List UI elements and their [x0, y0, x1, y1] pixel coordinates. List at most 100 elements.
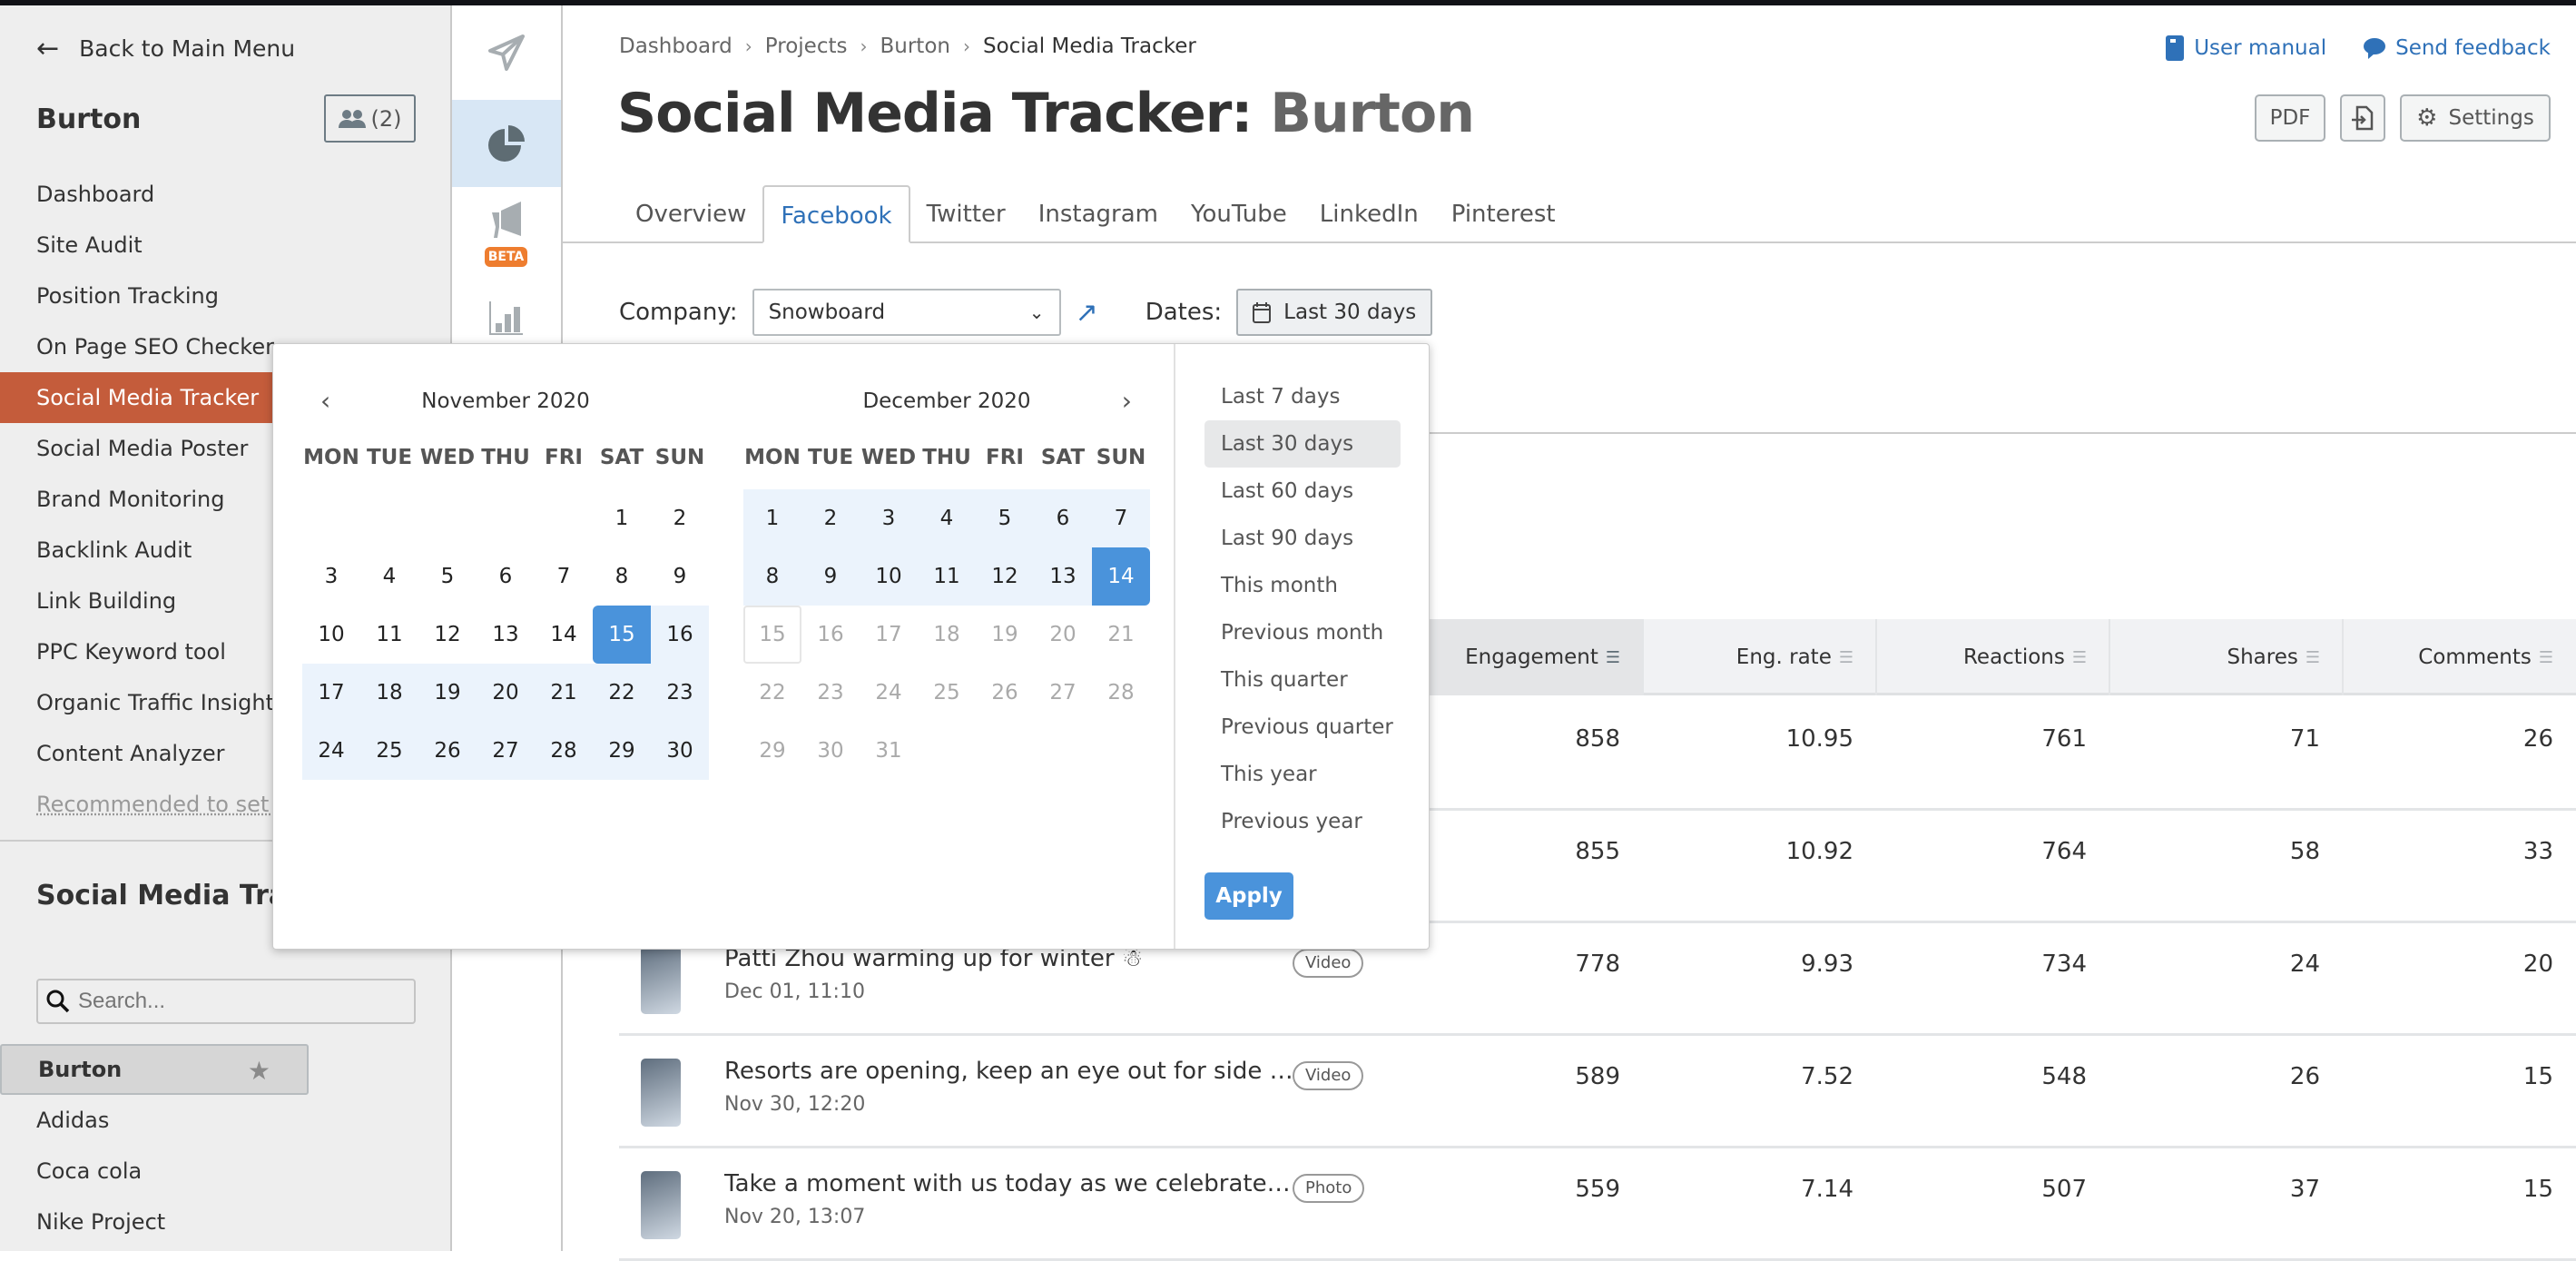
day-cell[interactable]: 15	[593, 606, 651, 664]
day-cell[interactable]: 12	[418, 606, 477, 664]
day-cell[interactable]: 1	[593, 489, 651, 547]
preset-this-year[interactable]: This year	[1204, 751, 1401, 798]
column-header-eng-rate[interactable]: Eng. rate ☰	[1642, 619, 1875, 695]
day-cell[interactable]: 8	[593, 547, 651, 606]
day-cell[interactable]: 20	[477, 664, 535, 722]
day-cell[interactable]: 9	[801, 547, 860, 606]
preset-last-60-days[interactable]: Last 60 days	[1204, 468, 1401, 515]
sort-icon[interactable]: ☰	[2072, 648, 2087, 667]
user-manual-link[interactable]: User manual	[2165, 34, 2326, 62]
day-cell[interactable]: 12	[976, 547, 1034, 606]
tab-facebook[interactable]: Facebook	[762, 185, 910, 243]
tab-youtube[interactable]: YouTube	[1175, 185, 1303, 243]
day-cell[interactable]: 14	[1092, 547, 1150, 606]
rail-reports[interactable]	[452, 294, 561, 341]
day-cell[interactable]: 7	[535, 547, 593, 606]
company-select[interactable]: Snowboard ⌄	[752, 289, 1061, 336]
back-to-main-menu[interactable]: ← Back to Main Menu	[36, 33, 295, 64]
day-cell[interactable]: 21	[535, 664, 593, 722]
day-cell[interactable]: 18	[360, 664, 418, 722]
column-header-reactions[interactable]: Reactions ☰	[1875, 619, 2109, 695]
tab-linkedin[interactable]: LinkedIn	[1303, 185, 1435, 243]
day-cell[interactable]: 1	[743, 489, 801, 547]
sort-icon[interactable]: ☰	[2306, 648, 2320, 667]
star-icon[interactable]: ★	[248, 1046, 270, 1097]
day-cell[interactable]: 11	[918, 547, 976, 606]
preset-this-quarter[interactable]: This quarter	[1204, 656, 1401, 704]
day-cell[interactable]: 30	[651, 722, 709, 780]
campaign-search[interactable]	[36, 979, 416, 1024]
preset-previous-quarter[interactable]: Previous quarter	[1204, 704, 1401, 751]
day-cell[interactable]: 4	[918, 489, 976, 547]
tab-instagram[interactable]: Instagram	[1022, 185, 1175, 243]
day-cell[interactable]: 27	[477, 722, 535, 780]
sort-icon[interactable]: ☰	[2539, 648, 2553, 667]
day-cell[interactable]: 10	[302, 606, 360, 664]
day-cell[interactable]: 7	[1092, 489, 1150, 547]
external-link-icon[interactable]: ↗	[1076, 297, 1098, 329]
column-header-engagement[interactable]: Engagement ☰	[1409, 619, 1642, 695]
preset-last-7-days[interactable]: Last 7 days	[1204, 373, 1401, 420]
project-users-button[interactable]: (2)	[324, 94, 416, 143]
sidebar-item-position-tracking[interactable]: Position Tracking	[0, 271, 450, 321]
campaign-item[interactable]: Adidas	[0, 1095, 450, 1146]
campaign-item[interactable]: Burton ★	[0, 1044, 309, 1095]
post-title[interactable]: Take a moment with us today as we celebr…	[724, 1170, 1291, 1197]
campaign-item[interactable]: Coca cola	[0, 1146, 450, 1197]
post-thumbnail[interactable]	[641, 946, 681, 1014]
day-cell[interactable]: 29	[593, 722, 651, 780]
export-button[interactable]	[2340, 94, 2385, 142]
day-cell[interactable]: 24	[302, 722, 360, 780]
day-cell[interactable]: 13	[1034, 547, 1092, 606]
column-header-comments[interactable]: Comments ☰	[2342, 619, 2575, 695]
column-header-shares[interactable]: Shares ☰	[2109, 619, 2342, 695]
breadcrumb-item[interactable]: Burton	[880, 34, 949, 58]
day-cell[interactable]: 3	[860, 489, 918, 547]
settings-button[interactable]: ⚙ Settings	[2400, 94, 2551, 142]
day-cell[interactable]: 25	[360, 722, 418, 780]
preset-last-30-days[interactable]: Last 30 days	[1204, 420, 1401, 468]
rail-social-poster[interactable]	[452, 5, 561, 100]
preset-this-month[interactable]: This month	[1204, 562, 1401, 609]
sort-icon[interactable]: ☰	[1606, 648, 1620, 667]
day-cell[interactable]: 19	[418, 664, 477, 722]
day-cell[interactable]: 17	[302, 664, 360, 722]
rail-brand-monitoring[interactable]	[452, 194, 561, 245]
sidebar-item-site-audit[interactable]: Site Audit	[0, 220, 450, 271]
tab-pinterest[interactable]: Pinterest	[1435, 185, 1572, 243]
send-feedback-link[interactable]: Send feedback	[2363, 34, 2551, 62]
dates-button[interactable]: Last 30 days	[1236, 289, 1433, 336]
day-cell[interactable]: 6	[1034, 489, 1092, 547]
post-thumbnail[interactable]	[641, 1171, 681, 1239]
day-cell[interactable]: 10	[860, 547, 918, 606]
day-cell[interactable]: 5	[976, 489, 1034, 547]
campaign-search-input[interactable]	[78, 989, 396, 1014]
day-cell[interactable]: 6	[477, 547, 535, 606]
campaign-item[interactable]: Nike Project	[0, 1197, 450, 1247]
pdf-button[interactable]: PDF	[2255, 94, 2325, 142]
breadcrumb-item[interactable]: Projects	[765, 34, 848, 58]
preset-previous-month[interactable]: Previous month	[1204, 609, 1401, 656]
post-thumbnail[interactable]	[641, 1059, 681, 1127]
sidebar-item-dashboard[interactable]: Dashboard	[0, 169, 450, 220]
day-cell[interactable]: 26	[418, 722, 477, 780]
day-cell[interactable]: 28	[535, 722, 593, 780]
sort-icon[interactable]: ☰	[1839, 648, 1853, 667]
day-cell[interactable]: 23	[651, 664, 709, 722]
day-cell[interactable]: 2	[801, 489, 860, 547]
apply-button[interactable]: Apply	[1204, 872, 1293, 920]
day-cell[interactable]: 3	[302, 547, 360, 606]
day-cell[interactable]: 11	[360, 606, 418, 664]
day-cell[interactable]: 2	[651, 489, 709, 547]
tab-overview[interactable]: Overview	[619, 185, 762, 243]
day-cell[interactable]: 5	[418, 547, 477, 606]
day-cell[interactable]: 4	[360, 547, 418, 606]
rail-social-tracker[interactable]	[452, 100, 561, 187]
day-cell[interactable]: 16	[651, 606, 709, 664]
post-title[interactable]: Resorts are opening, keep an eye out for…	[724, 1058, 1293, 1085]
day-cell[interactable]: 13	[477, 606, 535, 664]
breadcrumb-item[interactable]: Dashboard	[619, 34, 732, 58]
day-cell[interactable]: 8	[743, 547, 801, 606]
day-cell[interactable]: 22	[593, 664, 651, 722]
day-cell[interactable]: 9	[651, 547, 709, 606]
